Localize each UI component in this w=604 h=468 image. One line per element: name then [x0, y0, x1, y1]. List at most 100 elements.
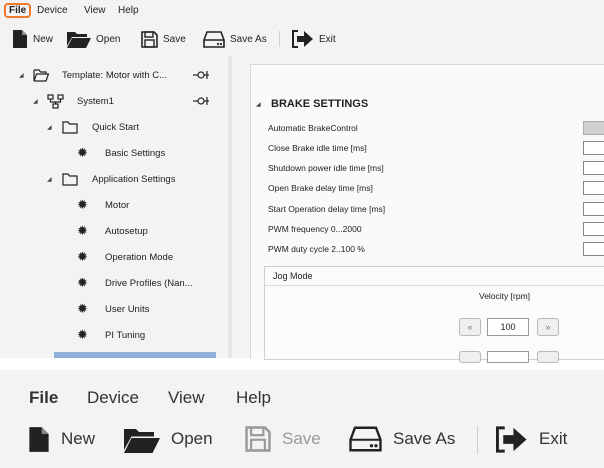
save-as-button[interactable]: Save As: [203, 29, 267, 49]
open-button[interactable]: Open: [67, 29, 120, 49]
tree-label-pi-tuning: PI Tuning: [105, 329, 146, 341]
tree-selected-item[interactable]: [54, 352, 216, 358]
tree-item-drive-profiles[interactable]: ✹ Drive Profiles (Nan...: [0, 273, 228, 293]
tree-item-pi-tuning[interactable]: ✹ PI Tuning: [0, 325, 228, 345]
zoom-menu-file[interactable]: File: [29, 388, 58, 408]
new-button[interactable]: New: [12, 29, 53, 49]
automatic-brake-control-field[interactable]: [583, 121, 604, 135]
gear-icon: ✹: [77, 301, 88, 316]
save-label: Save: [163, 33, 186, 45]
param-start-operation-delay-time: Start Operation delay time [ms]: [268, 204, 386, 214]
gear-icon: ✹: [77, 275, 88, 290]
zoom-save-button[interactable]: Save: [245, 424, 321, 454]
tree-label-drive-profiles: Drive Profiles (Nan...: [105, 277, 193, 289]
zoom-save-label: Save: [282, 429, 321, 448]
tree-label-quick-start: Quick Start: [92, 121, 139, 133]
velocity-increase-button[interactable]: »: [537, 318, 559, 336]
tree-item-user-units[interactable]: ✹ User Units: [0, 299, 228, 319]
zoom-toolbar-separator: [477, 426, 478, 454]
zoom-save-as-label: Save As: [393, 429, 456, 448]
zoom-menu-view[interactable]: View: [168, 388, 205, 408]
gear-icon: ✹: [77, 145, 88, 160]
param-shutdown-power-idle-time: Shutdown power idle time [ms]: [268, 163, 384, 173]
expand-triangle-icon[interactable]: ◢: [47, 176, 52, 183]
exit-icon: [292, 30, 313, 48]
zoom-exit-label: Exit: [539, 429, 568, 448]
param-pwm-frequency: PWM frequency 0...2000: [268, 224, 362, 234]
tree-item-template[interactable]: ◢ Template: Motor with C...: [0, 65, 228, 85]
menu-file[interactable]: File: [4, 3, 32, 18]
save-as-drive-icon: [349, 426, 382, 452]
expand-triangle-icon[interactable]: ◢: [47, 124, 52, 131]
pwm-duty-cycle-input[interactable]: [583, 242, 604, 256]
velocity-input[interactable]: 100: [487, 318, 529, 336]
zoom-open-label: Open: [171, 429, 213, 448]
param-automatic-brake-control: Automatic BrakeControl: [268, 123, 358, 133]
open-brake-delay-time-input[interactable]: [583, 181, 604, 195]
close-brake-idle-time-input[interactable]: [583, 141, 604, 155]
connection-icon: [193, 71, 209, 79]
start-operation-delay-time-input[interactable]: [583, 202, 604, 216]
tree-label-user-units: User Units: [105, 303, 150, 315]
menu-bar: File Device View Help: [0, 0, 604, 22]
toolbar-separator: [279, 31, 280, 47]
exit-button[interactable]: Exit: [292, 29, 336, 49]
tree-item-operation-mode[interactable]: ✹ Operation Mode: [0, 247, 228, 267]
gear-icon: ✹: [77, 249, 88, 264]
param-close-brake-idle-time: Close Brake idle time [ms]: [268, 143, 367, 153]
tree-label-motor: Motor: [105, 199, 130, 211]
zoom-save-as-button[interactable]: Save As: [349, 424, 455, 454]
zoom-new-label: New: [61, 429, 96, 448]
shutdown-power-idle-time-input[interactable]: [583, 161, 604, 175]
pwm-frequency-input[interactable]: [583, 222, 604, 236]
new-label: New: [33, 33, 54, 45]
exit-label: Exit: [319, 33, 336, 45]
brake-settings-title: BRAKE SETTINGS: [271, 98, 369, 110]
expand-triangle-icon[interactable]: ◢: [33, 98, 38, 105]
menu-help[interactable]: Help: [114, 4, 143, 17]
new-file-icon: [13, 30, 27, 48]
collapse-triangle-icon[interactable]: ◢: [256, 101, 261, 108]
jog-increase-button-partial[interactable]: [537, 351, 559, 363]
tree-item-motor[interactable]: ✹ Motor: [0, 195, 228, 215]
save-as-label: Save As: [230, 33, 267, 45]
jog-decrease-button-partial[interactable]: [459, 351, 481, 363]
tree-label-autosetup: Autosetup: [105, 225, 148, 237]
gear-icon: ✹: [77, 327, 88, 342]
tree-item-autosetup[interactable]: ✹ Autosetup: [0, 221, 228, 241]
param-pwm-duty-cycle: PWM duty cycle 2..100 %: [268, 244, 365, 254]
velocity-label: Velocity [rpm]: [479, 291, 531, 301]
zoom-menu-device[interactable]: Device: [87, 388, 139, 408]
velocity-decrease-button[interactable]: «: [459, 318, 481, 336]
zoom-new-button[interactable]: New: [28, 424, 95, 454]
jog-mode-title: Jog Mode: [273, 271, 313, 281]
tree-item-application-settings[interactable]: ◢ Application Settings: [0, 169, 228, 189]
network-system-icon: [47, 93, 64, 109]
menu-view[interactable]: View: [80, 4, 110, 17]
open-label: Open: [96, 33, 121, 45]
folder-icon: [62, 120, 78, 134]
tree-label-system1: System1: [77, 95, 114, 107]
connection-icon: [193, 97, 209, 105]
zoom-exit-button[interactable]: Exit: [496, 424, 567, 454]
zoom-open-button[interactable]: Open: [124, 424, 213, 454]
tree-item-system1[interactable]: ◢ System1: [0, 91, 228, 111]
expand-triangle-icon[interactable]: ◢: [19, 72, 24, 79]
open-folder-icon: [124, 428, 160, 453]
zoom-menu-help[interactable]: Help: [236, 388, 271, 408]
jog-mode-group: Jog Mode Velocity [rpm] « 100 »: [264, 266, 604, 363]
folder-icon: [62, 172, 78, 186]
gear-icon: ✹: [77, 197, 88, 212]
jog-input-partial[interactable]: [487, 351, 529, 363]
menu-device[interactable]: Device: [33, 4, 72, 17]
jog-divider: [265, 285, 604, 286]
save-icon: [245, 426, 271, 452]
save-button[interactable]: Save: [141, 29, 186, 49]
save-icon: [141, 30, 158, 48]
zoomed-menu-toolbar: File Device View Help New Open Save Save…: [0, 370, 604, 468]
open-folder-outline-icon: [33, 68, 49, 82]
tree-item-quick-start[interactable]: ◢ Quick Start: [0, 117, 228, 137]
save-as-drive-icon: [203, 30, 225, 48]
tree-label-basic-settings: Basic Settings: [105, 147, 166, 159]
tree-item-basic-settings[interactable]: ✹ Basic Settings: [0, 143, 228, 163]
